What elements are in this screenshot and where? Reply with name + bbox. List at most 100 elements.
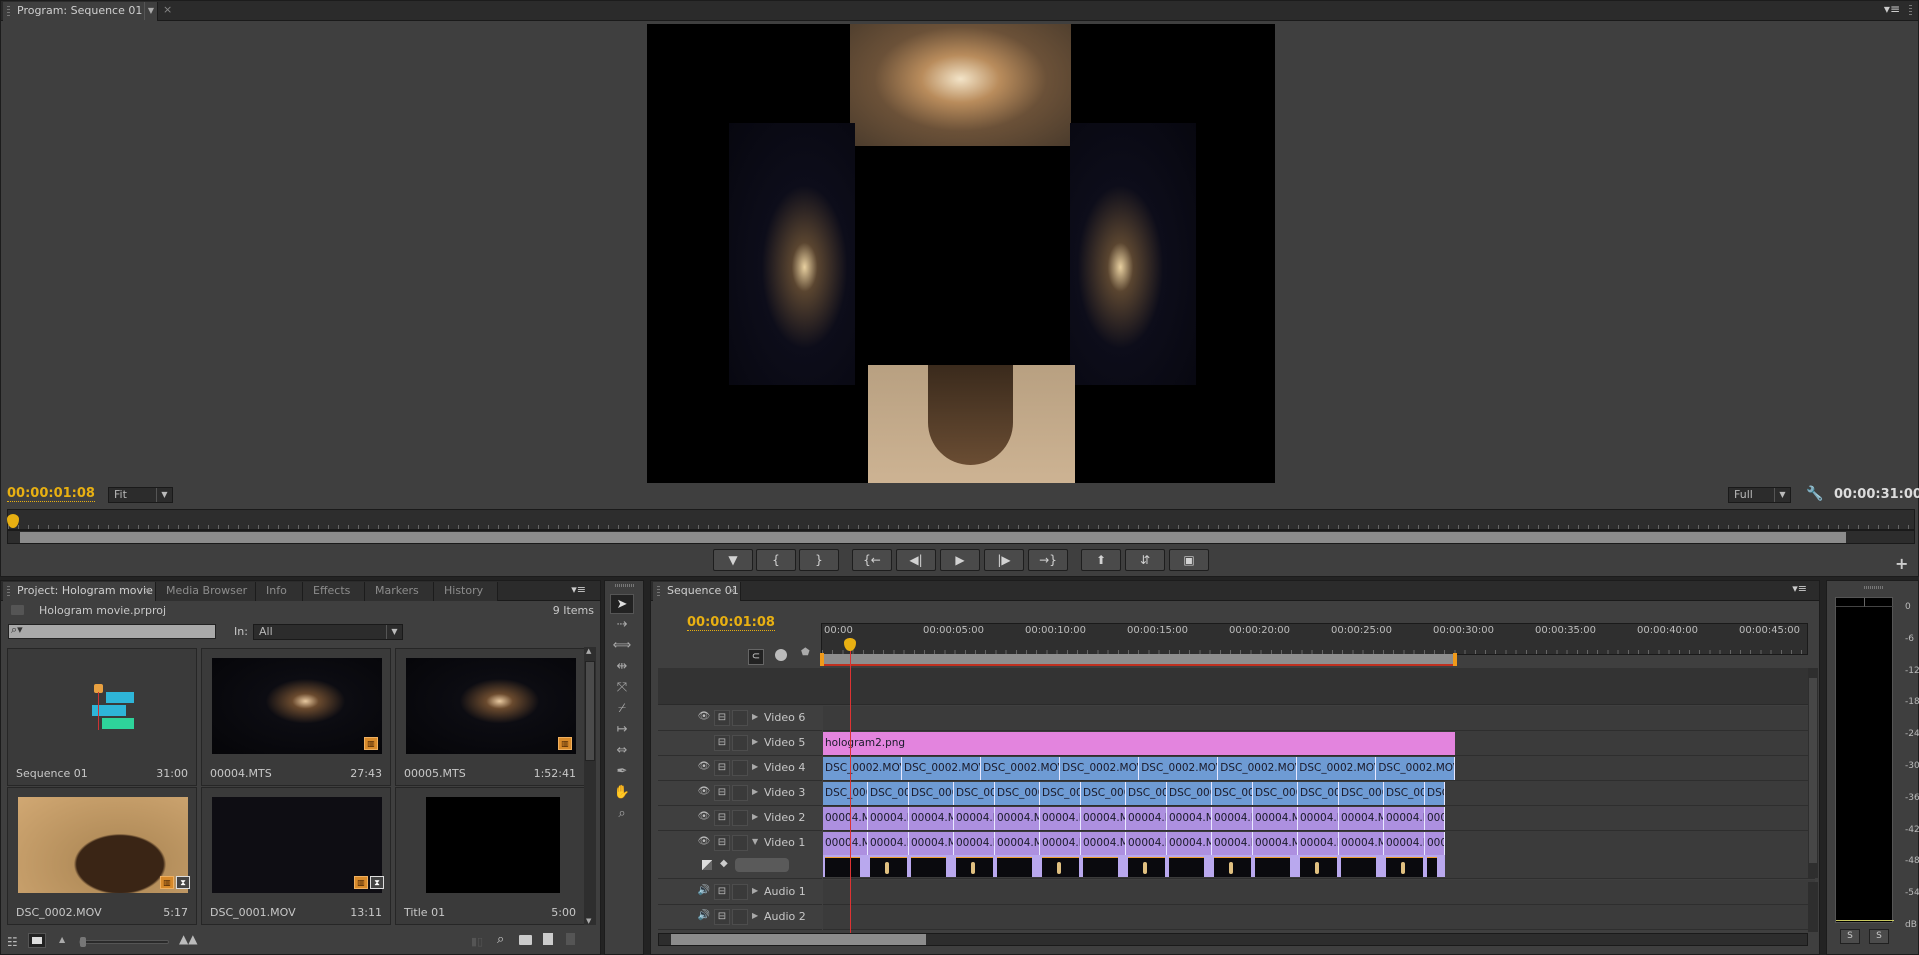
tab-menu-chevron-icon[interactable]: ▼ bbox=[143, 2, 154, 20]
pen-tool-icon[interactable]: ✒ bbox=[610, 762, 634, 782]
work-area-bar[interactable] bbox=[824, 654, 1456, 666]
expand-track-icon[interactable]: ▶ bbox=[752, 737, 758, 746]
work-area-start-handle[interactable] bbox=[820, 653, 824, 666]
panel-menu-icon[interactable]: ▾≡ bbox=[1884, 2, 1900, 16]
collapse-track-icon[interactable]: ▼ bbox=[752, 837, 758, 846]
timeline-clip[interactable]: 00004.MTS bbox=[1212, 832, 1253, 855]
timeline-clip[interactable]: 00004.MTS bbox=[1081, 807, 1126, 830]
timeline-clip[interactable]: 00004.MTS bbox=[1167, 832, 1212, 855]
timeline-clip[interactable]: 00004.MTS bbox=[1339, 832, 1384, 855]
timeline-clip[interactable]: 00004.MTS bbox=[1126, 832, 1167, 855]
add-marker-button[interactable]: ▼ bbox=[713, 549, 753, 571]
timeline-clip[interactable]: DSC_0002.MOV bbox=[909, 782, 954, 805]
timeline-clip[interactable]: DSC_0002.MOV bbox=[823, 782, 868, 805]
timeline-clip[interactable]: hologram2.png bbox=[823, 732, 1456, 755]
razor-tool-icon[interactable]: ⌿ bbox=[610, 699, 634, 719]
sync-lock-icon[interactable]: ⊟ bbox=[714, 710, 730, 726]
timeline-clip[interactable]: 00004.MTS bbox=[954, 807, 995, 830]
marker-icon[interactable]: ⬟ bbox=[801, 647, 810, 658]
find-icon[interactable]: ⌕ bbox=[497, 932, 504, 947]
project-vertical-scrollbar[interactable]: ▲ ▼ bbox=[584, 647, 596, 925]
export-frame-button[interactable]: ▣ bbox=[1169, 549, 1209, 571]
go-to-out-button[interactable]: →} bbox=[1028, 549, 1068, 571]
scrollbar-thumb[interactable] bbox=[20, 532, 1846, 543]
timeline-clip[interactable]: DSC_0002.MOV bbox=[981, 757, 1061, 780]
timeline-clip[interactable]: 00004.MTS bbox=[1384, 832, 1425, 855]
expand-track-icon[interactable]: ▶ bbox=[752, 911, 758, 920]
project-item[interactable]: ▥ ⧗ DSC_0001.MOV 13:11 bbox=[201, 787, 391, 925]
sequence-current-timecode[interactable]: 00:00:01:08 bbox=[687, 615, 775, 631]
thumbnail-size-slider[interactable] bbox=[79, 937, 169, 947]
search-input[interactable]: ⌕▾ bbox=[8, 623, 216, 639]
drag-grip-icon[interactable] bbox=[657, 586, 660, 597]
timeline-clip[interactable]: 00004.MTS bbox=[909, 807, 954, 830]
timeline-clip[interactable]: DSC_0002.MOV bbox=[1060, 757, 1140, 780]
tab-project-hologram-movie[interactable]: Project: Hologram movie × bbox=[3, 582, 156, 601]
track-lock-toggle[interactable] bbox=[732, 884, 748, 900]
folder-up-icon[interactable] bbox=[11, 605, 24, 615]
lift-button[interactable]: ⬆ bbox=[1081, 549, 1121, 571]
timeline-clip[interactable]: DSC_0002.MOV bbox=[1339, 782, 1384, 805]
timeline-clip[interactable]: 00004.MTS bbox=[909, 832, 954, 855]
track-lock-toggle[interactable] bbox=[732, 710, 748, 726]
sync-lock-icon[interactable]: ⊟ bbox=[714, 735, 730, 751]
project-item[interactable]: ▥ 00005.MTS 1:52:41 bbox=[395, 648, 585, 786]
panel-menu-icon[interactable]: ▾≡ bbox=[1792, 582, 1807, 595]
scrollbar-thumb[interactable] bbox=[1809, 678, 1817, 863]
add-button-icon[interactable]: + bbox=[1895, 554, 1908, 573]
tab-sequence-01[interactable]: Sequence 01 × bbox=[653, 582, 741, 601]
snap-toggle-icon[interactable]: ⊂ bbox=[748, 649, 764, 665]
project-item[interactable]: ▥ 00004.MTS 27:43 bbox=[201, 648, 391, 786]
program-video-frame[interactable] bbox=[647, 24, 1275, 483]
timeline-clip[interactable]: DSC_0002.MOV bbox=[902, 757, 982, 780]
peak-indicator-right[interactable] bbox=[1865, 598, 1894, 607]
slip-tool-icon[interactable]: ↦ bbox=[610, 720, 634, 740]
panel-menu-icon[interactable]: ▾≡ bbox=[571, 583, 586, 596]
timeline-clip[interactable]: DSC_0002.MOV bbox=[1297, 757, 1377, 780]
track-lock-toggle[interactable] bbox=[732, 810, 748, 826]
timeline-vertical-scrollbar[interactable] bbox=[1808, 668, 1818, 878]
timeline-clip[interactable]: DSC_0002.MOV bbox=[1212, 782, 1253, 805]
expand-track-icon[interactable]: ▶ bbox=[752, 762, 758, 771]
solo-left-button[interactable]: S bbox=[1840, 929, 1860, 944]
timeline-clip[interactable]: 00004.MTS bbox=[1040, 807, 1081, 830]
timeline-clip[interactable]: 00004.MTS bbox=[868, 807, 909, 830]
expand-track-icon[interactable]: ▶ bbox=[752, 712, 758, 721]
tab-media-browser[interactable]: Media Browser bbox=[156, 582, 256, 601]
timeline-clip[interactable]: 00004.MTS bbox=[1425, 832, 1445, 855]
timeline-clip[interactable]: 00004.MTS bbox=[1425, 807, 1445, 830]
sync-lock-icon[interactable]: ⊟ bbox=[714, 785, 730, 801]
tab-effects[interactable]: Effects bbox=[303, 582, 365, 601]
mark-in-button[interactable]: { bbox=[756, 549, 796, 571]
timeline-clip[interactable]: DSC_0002.MOV bbox=[1218, 757, 1298, 780]
step-back-button[interactable]: ◀| bbox=[896, 549, 936, 571]
timeline-clip[interactable]: 00004.MTS bbox=[954, 832, 995, 855]
timeline-clip[interactable]: DSC_0002.MOV bbox=[1425, 782, 1445, 805]
automate-to-sequence-icon[interactable]: ▮▯ bbox=[471, 935, 483, 948]
sync-lock-icon[interactable]: ⊟ bbox=[714, 909, 730, 925]
resolution-select[interactable]: Full ▼ bbox=[1728, 487, 1791, 503]
timeline-clip[interactable]: 00004.MTS bbox=[1253, 832, 1298, 855]
step-forward-button[interactable]: |▶ bbox=[984, 549, 1024, 571]
eye-toggle-icon[interactable] bbox=[696, 735, 712, 751]
expand-track-icon[interactable]: ▶ bbox=[752, 812, 758, 821]
ripple-edit-tool-icon[interactable]: ⟺ bbox=[610, 636, 634, 656]
eye-toggle-icon[interactable]: 👁 bbox=[696, 760, 712, 776]
drag-grip-icon[interactable] bbox=[1864, 586, 1884, 589]
expand-track-icon[interactable]: ▶ bbox=[752, 886, 758, 895]
work-area-end-handle[interactable] bbox=[1453, 653, 1458, 666]
drag-grip-icon[interactable] bbox=[7, 6, 10, 17]
timeline-clip[interactable]: DSC_0002.MOV bbox=[1081, 782, 1126, 805]
eye-toggle-icon[interactable]: 👁 bbox=[696, 810, 712, 826]
list-view-icon[interactable]: ☷ bbox=[7, 935, 18, 949]
rolling-edit-tool-icon[interactable]: ⇹ bbox=[610, 657, 634, 677]
track-lock-toggle[interactable] bbox=[732, 909, 748, 925]
track-lane-audio-1[interactable] bbox=[823, 880, 1815, 905]
timeline-clip[interactable]: DSC_0002.MOV bbox=[954, 782, 995, 805]
icon-view-icon[interactable] bbox=[28, 933, 46, 948]
new-bin-icon[interactable] bbox=[519, 935, 532, 945]
timeline-clip[interactable]: 00004.MTS bbox=[1298, 807, 1339, 830]
playhead-line[interactable] bbox=[850, 640, 852, 935]
mark-out-button[interactable]: } bbox=[799, 549, 839, 571]
selection-tool-icon[interactable]: ➤ bbox=[610, 594, 634, 614]
